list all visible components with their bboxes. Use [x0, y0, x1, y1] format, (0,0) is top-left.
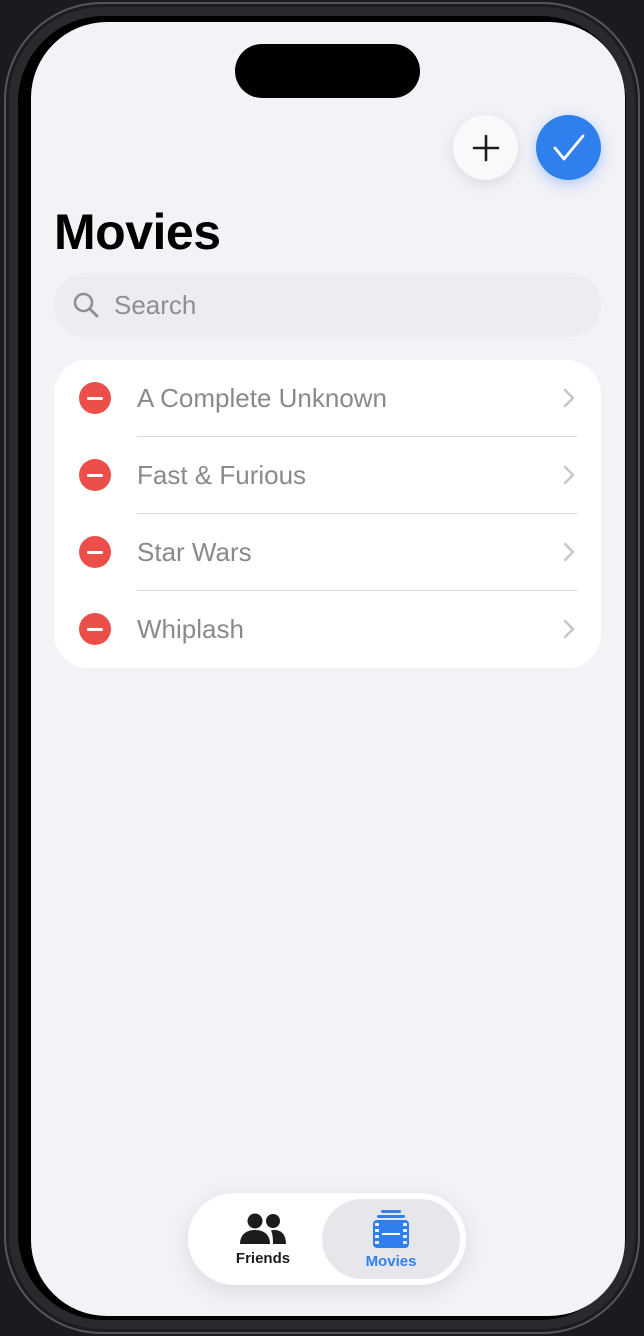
- minus-icon: [87, 396, 103, 400]
- tab-label: Movies: [365, 1252, 417, 1270]
- movie-title: A Complete Unknown: [137, 383, 388, 413]
- done-button[interactable]: [536, 115, 601, 180]
- movie-list: A Complete Unknown Fast & Furious Star W…: [54, 360, 601, 668]
- delete-button[interactable]: [79, 613, 111, 645]
- dynamic-island: [235, 44, 420, 98]
- chevron-right-icon: [563, 388, 575, 408]
- delete-button[interactable]: [79, 459, 111, 491]
- tab-label: Friends: [235, 1249, 291, 1267]
- add-button[interactable]: [453, 115, 518, 180]
- movie-title: Whiplash: [137, 614, 244, 644]
- tab-bar: Friends Movies: [188, 1193, 466, 1285]
- list-item[interactable]: Star Wars: [54, 514, 601, 591]
- minus-icon: [87, 627, 103, 631]
- search-bar[interactable]: [54, 273, 601, 337]
- page-title: Movies: [54, 204, 221, 260]
- movie-title: Star Wars: [137, 537, 252, 567]
- delete-button[interactable]: [79, 382, 111, 414]
- film-stack-icon: [373, 1209, 409, 1248]
- magnifying-glass-icon: [73, 292, 99, 318]
- list-item[interactable]: Whiplash: [54, 591, 601, 668]
- minus-icon: [87, 550, 103, 554]
- tab-movies[interactable]: Movies: [322, 1199, 460, 1279]
- search-input[interactable]: [112, 288, 556, 322]
- movie-title: Fast & Furious: [137, 460, 307, 490]
- minus-icon: [87, 473, 103, 477]
- chevron-right-icon: [563, 542, 575, 562]
- checkmark-icon: [553, 134, 584, 160]
- plus-icon: [472, 134, 499, 161]
- chevron-right-icon: [563, 619, 575, 639]
- list-item[interactable]: Fast & Furious: [54, 437, 601, 514]
- person-2-icon: [240, 1213, 286, 1244]
- chevron-right-icon: [563, 465, 575, 485]
- device-frame: Movies A Complete Unknown: [4, 2, 640, 1334]
- screen: Movies A Complete Unknown: [31, 22, 625, 1316]
- list-item[interactable]: A Complete Unknown: [54, 360, 601, 437]
- delete-button[interactable]: [79, 536, 111, 568]
- tab-friends[interactable]: Friends: [194, 1199, 332, 1279]
